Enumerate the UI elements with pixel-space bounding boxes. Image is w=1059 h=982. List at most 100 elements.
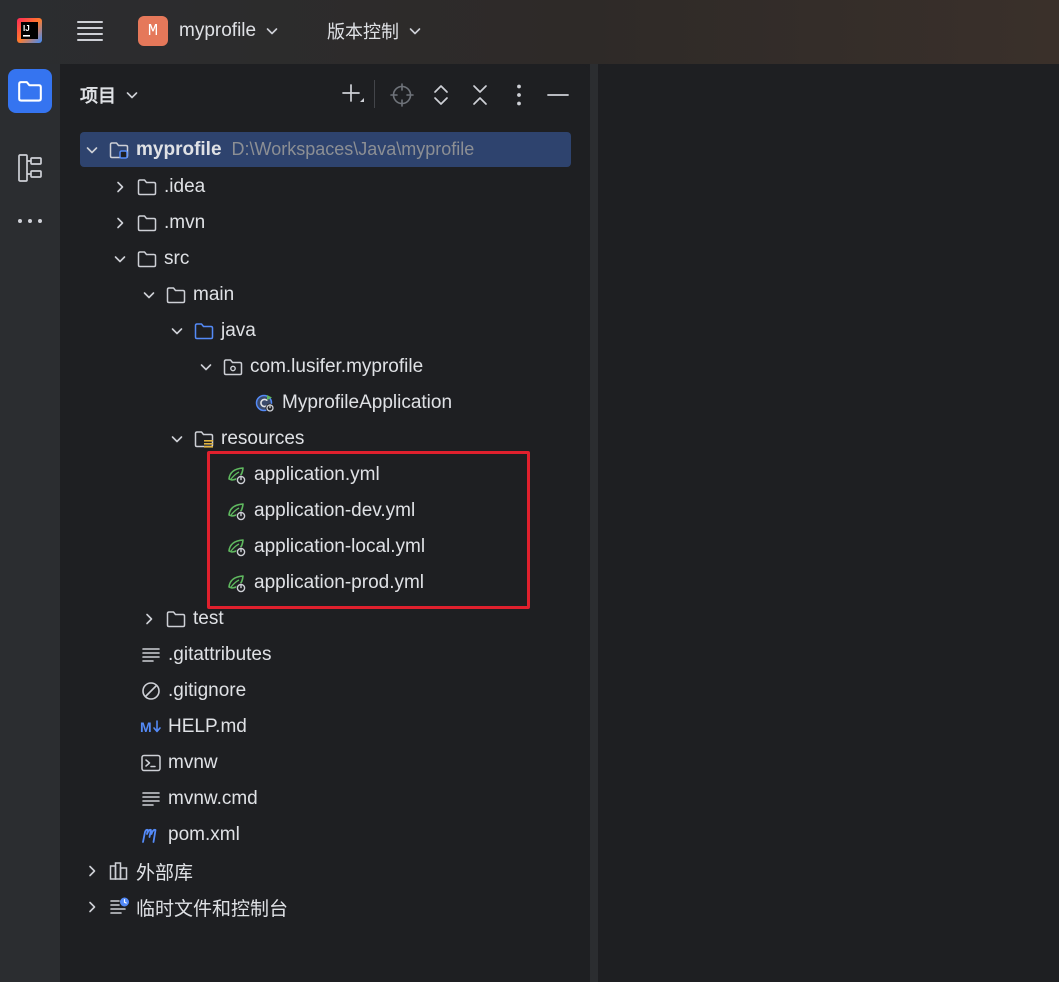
tree-item-label: application-local.yml — [254, 536, 426, 557]
tree-item-idea[interactable]: .idea — [112, 169, 205, 205]
scratches-icon — [108, 896, 130, 918]
project-name: myprofile — [179, 20, 257, 41]
maven-icon — [140, 824, 162, 846]
vcs-menu[interactable]: 版本控制 — [327, 16, 423, 46]
ignore-file-icon — [140, 680, 162, 702]
tree-item-label: HELP.md — [168, 716, 247, 737]
tree-item-app-class[interactable]: MyprofileApplication — [254, 385, 452, 421]
resources-folder-icon — [193, 428, 215, 450]
editor-area[interactable] — [598, 64, 1059, 982]
folder-icon — [165, 284, 187, 306]
svg-text:IJ: IJ — [23, 24, 30, 33]
tree-item-test[interactable]: test — [141, 601, 224, 637]
package-folder-icon — [222, 356, 244, 378]
tree-item-mvnw-cmd[interactable]: mvnw.cmd — [140, 781, 258, 817]
add-icon[interactable] — [340, 82, 366, 108]
spring-config-icon — [226, 500, 248, 522]
tree-item-label: .mvn — [164, 212, 206, 233]
tree-item-application-dev-yml[interactable]: application-dev.yml — [226, 493, 415, 529]
chevron-right-icon[interactable] — [84, 863, 100, 879]
locate-target-icon[interactable] — [389, 82, 415, 108]
tree-item-label: .idea — [164, 176, 206, 197]
tree-item-mvnw[interactable]: mvnw — [140, 745, 218, 781]
project-avatar: M — [138, 16, 168, 46]
more-horizontal-icon[interactable] — [16, 216, 44, 226]
tree-item-src[interactable]: src — [112, 241, 189, 277]
tool-window-strip — [0, 64, 60, 982]
tree-item-external-libraries[interactable]: 外部库 — [84, 853, 193, 889]
tree-item-application-prod-yml[interactable]: application-prod.yml — [226, 565, 424, 601]
tree-item-gitattributes[interactable]: .gitattributes — [140, 637, 272, 673]
tree-item-label: com.lusifer.myprofile — [250, 356, 424, 377]
tree-item-label: src — [164, 248, 190, 269]
collapse-all-icon[interactable] — [467, 82, 493, 108]
tree-item-scratches[interactable]: 临时文件和控制台 — [84, 889, 288, 925]
chevron-right-icon[interactable] — [112, 215, 128, 231]
folder-icon — [136, 248, 158, 270]
chevron-down-icon[interactable] — [169, 323, 185, 339]
project-tool-button[interactable] — [8, 69, 52, 113]
tree-item-java[interactable]: java — [169, 313, 256, 349]
chevron-down-icon[interactable] — [169, 431, 185, 447]
folder-icon — [136, 176, 158, 198]
panel-divider[interactable] — [590, 64, 598, 982]
spring-boot-class-icon — [254, 392, 276, 414]
hamburger-menu-icon[interactable] — [76, 18, 104, 44]
tree-item-mvn[interactable]: .mvn — [112, 205, 205, 241]
chevron-down-icon[interactable] — [84, 142, 100, 158]
project-switcher[interactable]: M myprofile — [138, 16, 280, 46]
chevron-down-icon — [264, 23, 280, 39]
folder-icon — [18, 81, 42, 102]
intellij-logo-icon[interactable]: IJ — [17, 18, 42, 43]
tree-item-label: main — [193, 284, 235, 305]
terminal-script-icon — [140, 752, 162, 774]
tree-item-label: application-prod.yml — [254, 572, 425, 593]
module-folder-icon — [108, 139, 130, 161]
tree-item-label: MyprofileApplication — [282, 392, 453, 413]
more-vertical-icon[interactable] — [506, 82, 532, 108]
tree-item-label: application.yml — [254, 464, 380, 485]
title-bar: IJ M myprofile 版本控制 — [0, 0, 1059, 64]
vcs-label: 版本控制 — [327, 22, 399, 42]
tree-item-help-md[interactable]: HELP.md — [140, 709, 247, 745]
tree-item-label: .gitignore — [168, 680, 247, 701]
structure-icon[interactable] — [17, 153, 43, 183]
tree-item-label: test — [193, 608, 224, 629]
tree-item-application-yml[interactable]: application.yml — [226, 457, 380, 493]
tree-item-label: 外部库 — [136, 862, 194, 884]
tree-item-main[interactable]: main — [141, 277, 234, 313]
toolbar-separator — [374, 80, 375, 108]
chevron-right-icon[interactable] — [84, 899, 100, 915]
chevron-down-icon — [124, 87, 140, 103]
tree-item-label: application-dev.yml — [254, 500, 416, 521]
tree-item-label: .gitattributes — [168, 644, 272, 665]
expand-all-icon[interactable] — [428, 82, 454, 108]
tree-item-label: myprofile — [136, 138, 222, 160]
panel-title: 项目 — [80, 86, 116, 106]
tree-item-label: mvnw.cmd — [168, 788, 258, 809]
spring-config-icon — [226, 572, 248, 594]
chevron-down-icon[interactable] — [112, 251, 128, 267]
chevron-down-icon[interactable] — [198, 359, 214, 375]
panel-view-selector[interactable]: 项目 — [80, 82, 140, 108]
chevron-right-icon[interactable] — [112, 179, 128, 195]
text-file-icon — [140, 644, 162, 666]
spring-config-icon — [226, 464, 248, 486]
chevron-right-icon[interactable] — [141, 611, 157, 627]
tree-item-pom-xml[interactable]: pom.xml — [140, 817, 240, 853]
folder-icon — [165, 608, 187, 630]
spring-config-icon — [226, 536, 248, 558]
folder-icon — [136, 212, 158, 234]
chevron-down-icon[interactable] — [141, 287, 157, 303]
tree-item-root[interactable]: myprofile D:\Workspaces\Java\myprofile — [80, 132, 571, 167]
tree-item-path: D:\Workspaces\Java\myprofile — [231, 139, 475, 159]
tree-item-label: 临时文件和控制台 — [136, 898, 289, 920]
source-folder-icon — [193, 320, 215, 342]
tree-item-gitignore[interactable]: .gitignore — [140, 673, 246, 709]
tree-item-label: pom.xml — [168, 824, 240, 845]
chevron-down-icon — [407, 23, 423, 39]
tree-item-resources[interactable]: resources — [169, 421, 304, 457]
minimize-icon[interactable] — [545, 82, 571, 108]
tree-item-package[interactable]: com.lusifer.myprofile — [198, 349, 423, 385]
tree-item-application-local-yml[interactable]: application-local.yml — [226, 529, 425, 565]
